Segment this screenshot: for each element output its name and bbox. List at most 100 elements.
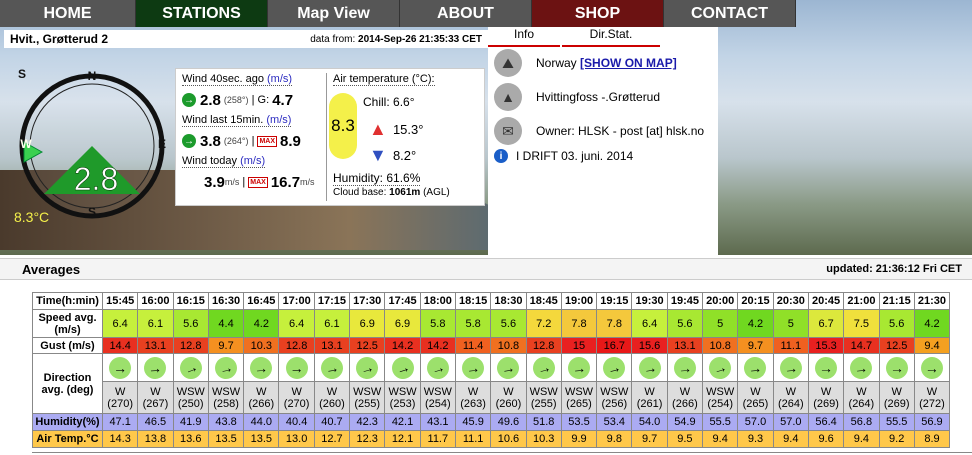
table-cell: 15 bbox=[560, 337, 598, 354]
wind-arrow-icon: → bbox=[567, 355, 591, 380]
table-cell: 8.9 bbox=[913, 430, 951, 448]
direction-text: W (272) bbox=[913, 381, 951, 414]
nav-stations[interactable]: STATIONS bbox=[136, 0, 268, 27]
table-cell: 43.8 bbox=[207, 413, 245, 431]
direction-degrees: (266) bbox=[672, 397, 698, 410]
table-row: Speed avg. (m/s) 6.4 6.1 5.6 4.4 4.2 6.4 6.1 6.9… bbox=[32, 309, 951, 338]
table-cell: 21:30 bbox=[913, 292, 951, 310]
table-cell: 5.6 bbox=[666, 309, 704, 338]
row-label: Direction avg. (deg) bbox=[32, 353, 103, 414]
table-cell: 10.3 bbox=[243, 337, 280, 354]
table-cell: 11.1 bbox=[772, 337, 809, 354]
wind40-value: 2.8 bbox=[200, 91, 221, 109]
wind15-unit[interactable]: (m/s) bbox=[266, 114, 291, 126]
wind15-value: 3.8 bbox=[200, 132, 221, 150]
nav-home[interactable]: HOME bbox=[0, 0, 136, 27]
direction-degrees: (270) bbox=[283, 397, 310, 410]
wind-arrow-icon: → bbox=[495, 354, 522, 381]
tab-info[interactable]: Info bbox=[488, 27, 560, 47]
compass-s-top: S bbox=[18, 67, 26, 81]
direction-degrees: (266) bbox=[248, 397, 275, 410]
table-cell: 19:00 bbox=[560, 292, 598, 310]
direction-cell: → bbox=[913, 353, 951, 382]
compass-e: E bbox=[158, 137, 166, 151]
table-cell: 14.3 bbox=[101, 430, 139, 448]
table-cell: 15.6 bbox=[631, 337, 668, 354]
show-on-map-link[interactable]: [SHOW ON MAP] bbox=[580, 56, 677, 70]
table-cell: 9.7 bbox=[631, 430, 668, 448]
averages-table: Time(h:min) 15:45 16:00 16:15 16:30 16:45 17:0… bbox=[32, 292, 951, 448]
table-cell: 5 bbox=[772, 309, 809, 338]
direction-degrees: (254) bbox=[424, 397, 451, 410]
direction-name: WSW bbox=[211, 385, 241, 398]
wind-today-label: Wind today bbox=[182, 155, 238, 167]
table-cell: 12.8 bbox=[525, 337, 562, 354]
direction-degrees: (253) bbox=[389, 397, 416, 410]
table-row: W (270) W (267) WSW (250) WSW (258) W (266) W (270)… bbox=[33, 381, 951, 414]
temp-low-icon: ▼ bbox=[369, 145, 387, 165]
table-cell: 13.8 bbox=[137, 430, 174, 448]
direction-cell: → bbox=[243, 353, 280, 382]
table-cell: 17:45 bbox=[384, 292, 421, 310]
wind-today-max-unit: m/s bbox=[300, 177, 315, 187]
table-cell: 14.2 bbox=[384, 337, 421, 354]
divider bbox=[32, 452, 972, 453]
direction-name: W bbox=[644, 385, 655, 398]
cloud-base-label: Cloud base: bbox=[333, 187, 387, 198]
direction-name: W bbox=[503, 385, 514, 398]
wind-today-unit[interactable]: (m/s) bbox=[240, 155, 265, 167]
wind15-label: Wind last 15min. bbox=[182, 114, 264, 126]
table-cell: 9.6 bbox=[807, 430, 845, 448]
direction-text: WSW (256) bbox=[596, 381, 633, 414]
direction-name: W bbox=[326, 385, 338, 398]
nav-map-view[interactable]: Map View bbox=[268, 0, 400, 27]
table-cell: 11.7 bbox=[419, 430, 456, 448]
table-cell: 6.9 bbox=[384, 309, 421, 338]
nav-contact[interactable]: CONTACT bbox=[664, 0, 796, 27]
table-cell: 14.7 bbox=[843, 337, 880, 354]
table-cell: 6.1 bbox=[137, 309, 174, 338]
table-cell: 9.5 bbox=[666, 430, 704, 448]
table-row: Direction avg. (deg) → → → → → → → → → → → → → → → → → → → →… bbox=[32, 353, 951, 414]
averages-title: Averages bbox=[22, 261, 81, 277]
table-cell: 51.8 bbox=[525, 413, 562, 431]
direction-cell: → bbox=[666, 353, 704, 382]
table-cell: 12.5 bbox=[349, 337, 386, 354]
row-label: Time(h:min) bbox=[32, 292, 103, 310]
direction-degrees: (260) bbox=[495, 397, 522, 410]
direction-cell: → bbox=[560, 353, 598, 382]
table-cell: 5.6 bbox=[490, 309, 527, 338]
wind-panel: Wind 40sec. ago (m/s) → 2.8 (258°) | G: 4… bbox=[175, 68, 485, 206]
direction-degrees: (272) bbox=[919, 397, 945, 410]
table-cell: 42.1 bbox=[384, 413, 421, 431]
tab-dir-stat[interactable]: Dir.Stat. bbox=[562, 27, 660, 47]
table-cell: 7.8 bbox=[596, 309, 633, 338]
wind40-unit[interactable]: (m/s) bbox=[267, 73, 292, 85]
table-cell: 16:15 bbox=[172, 292, 209, 310]
table-cell: 17:15 bbox=[313, 292, 351, 310]
direction-degrees: (250) bbox=[177, 397, 204, 410]
direction-name: W bbox=[926, 385, 938, 398]
nav-shop[interactable]: SHOP bbox=[532, 0, 664, 27]
direction-name: W bbox=[750, 385, 761, 398]
table-cell: 16:45 bbox=[243, 292, 280, 310]
table-cell: 43.1 bbox=[419, 413, 456, 431]
direction-cell: → bbox=[807, 353, 845, 382]
wind-arrow-icon: → bbox=[176, 353, 205, 382]
envelope-icon: ✉ bbox=[494, 117, 522, 145]
table-cell: 6.7 bbox=[807, 309, 845, 338]
table-cell: 17:30 bbox=[349, 292, 386, 310]
table-cell: 21:00 bbox=[843, 292, 880, 310]
direction-cell: → bbox=[631, 353, 668, 382]
table-cell: 41.9 bbox=[172, 413, 209, 431]
table-cell: 21:15 bbox=[878, 292, 915, 310]
direction-text: WSW (250) bbox=[172, 381, 209, 414]
wind-arrow-icon: → bbox=[600, 354, 628, 381]
table-cell: 54.9 bbox=[666, 413, 704, 431]
nav-about[interactable]: ABOUT bbox=[400, 0, 532, 27]
row-label: Air Temp.°C bbox=[32, 430, 103, 448]
info-panel: Info Dir.Stat. ⛰ Norway [SHOW ON MAP] ▲ Hv… bbox=[488, 27, 718, 255]
chill-label: Chill: bbox=[363, 95, 390, 109]
direction-cell: → bbox=[702, 353, 739, 382]
table-cell: 53.5 bbox=[560, 413, 598, 431]
